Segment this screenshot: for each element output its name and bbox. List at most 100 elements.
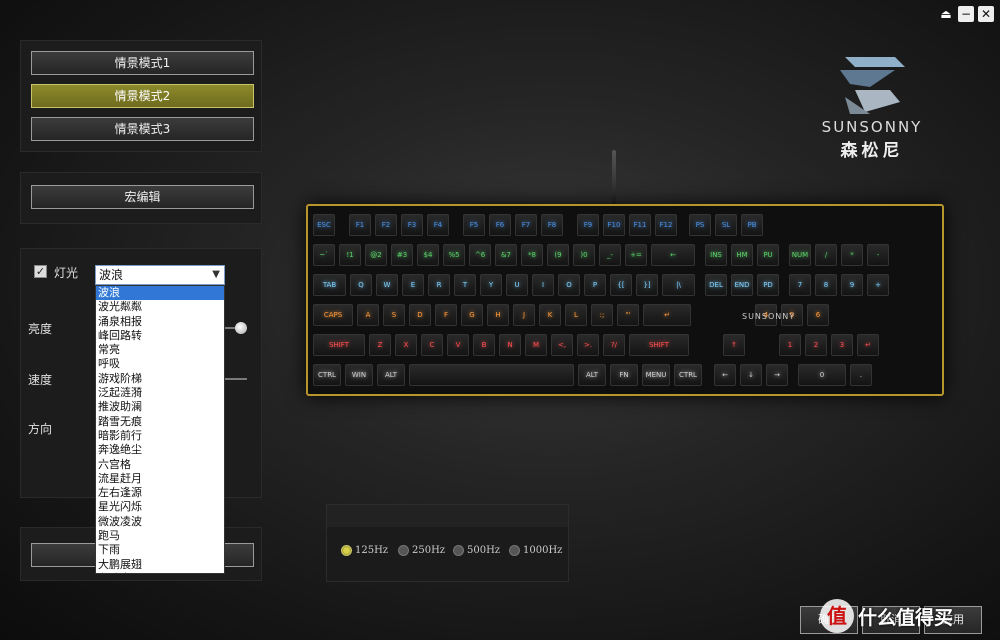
macro-edit-button[interactable]: 宏编辑 — [31, 185, 254, 209]
chevron-down-icon[interactable]: ▼ — [212, 266, 220, 284]
keyboard-key: F10 — [603, 214, 625, 236]
keyboard-key: J — [513, 304, 535, 326]
keyboard-key: @2 — [365, 244, 387, 266]
brightness-slider-knob[interactable] — [235, 322, 247, 334]
keyboard-key: _- — [599, 244, 621, 266]
keyboard-key: F — [435, 304, 457, 326]
effect-select[interactable]: 波浪 ▼ — [95, 265, 225, 285]
effect-option[interactable]: 推波助澜 — [96, 400, 224, 414]
polling-label-250: 250Hz — [412, 545, 446, 556]
keyboard-cable — [612, 150, 616, 206]
effect-option[interactable]: 峰回路转 — [96, 329, 224, 343]
keyboard-key: R — [428, 274, 450, 296]
effect-option[interactable]: 六宫格 — [96, 458, 224, 472]
watermark-icon: 值 — [820, 599, 854, 633]
keyboard-key: ALT — [377, 364, 405, 386]
keyboard-key: 8 — [815, 274, 837, 296]
keyboard-key: TAB — [313, 274, 346, 296]
keyboard-key: Q — [350, 274, 372, 296]
keyboard-key: K — [539, 304, 561, 326]
brand-chinese: 森松尼 — [840, 141, 904, 161]
polling-option-1000[interactable]: 1000Hz — [509, 545, 562, 556]
effect-option[interactable]: 踏雪无痕 — [96, 415, 224, 429]
effect-select-value: 波浪 — [99, 268, 124, 282]
keyboard-key: 9 — [841, 274, 863, 296]
effect-option[interactable]: 微波凌波 — [96, 515, 224, 529]
keyboard-key: |\ — [662, 274, 695, 296]
scene-mode-2-button[interactable]: 情景模式2 — [31, 84, 254, 108]
keyboard-key: ← — [651, 244, 695, 266]
effect-option[interactable]: 涌泉相报 — [96, 315, 224, 329]
keyboard-key: MENU — [642, 364, 670, 386]
keyboard-key: #3 — [391, 244, 413, 266]
minimize-button[interactable]: − — [958, 6, 974, 22]
keyboard-key: SHIFT — [629, 334, 689, 356]
polling-option-500[interactable]: 500Hz — [453, 545, 500, 556]
keyboard-key: P — [584, 274, 606, 296]
keyboard-key: "' — [617, 304, 639, 326]
keyboard-key: F7 — [515, 214, 537, 236]
polling-option-125[interactable]: 125Hz — [341, 545, 388, 556]
effect-option[interactable]: 奔逸绝尘 — [96, 443, 224, 457]
radio-125[interactable] — [341, 545, 352, 556]
effect-option[interactable]: 游戏阶梯 — [96, 372, 224, 386]
keyboard-key: C — [421, 334, 443, 356]
radio-250[interactable] — [398, 545, 409, 556]
keyboard-key: 3 — [831, 334, 853, 356]
scene-mode-1-button[interactable]: 情景模式1 — [31, 51, 254, 75]
keyboard-key: PS — [689, 214, 711, 236]
keyboard-key: ← — [714, 364, 736, 386]
scene-mode-3-button[interactable]: 情景模式3 — [31, 117, 254, 141]
effect-option[interactable]: 暗影前行 — [96, 429, 224, 443]
speed-slider-track[interactable] — [225, 378, 247, 380]
keyboard-key: )0 — [573, 244, 595, 266]
close-button[interactable]: ✕ — [978, 6, 994, 22]
keyboard-key: 2 — [805, 334, 827, 356]
keyboard-key: ↵ — [643, 304, 691, 326]
keyboard-key: >. — [577, 334, 599, 356]
lighting-label: 灯光 — [54, 266, 79, 280]
keyboard-key: L — [565, 304, 587, 326]
keyboard-key: Z — [369, 334, 391, 356]
effect-option[interactable]: 跑马 — [96, 529, 224, 543]
keyboard-key: M — [525, 334, 547, 356]
effect-dropdown-list[interactable]: 波浪 波光粼粼 涌泉相报 峰回路转 常亮 呼吸 游戏阶梯 泛起涟漪 推波助澜 踏雪无痕 暗影前行 奔逸… — [95, 285, 225, 574]
radio-500[interactable] — [453, 545, 464, 556]
keyboard-key: PU — [757, 244, 779, 266]
polling-rate-panel — [326, 504, 569, 582]
keyboard-key: ALT — [578, 364, 606, 386]
effect-option[interactable]: 流星赶月 — [96, 472, 224, 486]
effect-option[interactable]: 泛起涟漪 — [96, 386, 224, 400]
keyboard-key: ↓ — [740, 364, 762, 386]
effect-option[interactable]: 龙腾虎跃 — [96, 572, 224, 573]
keyboard-key: D — [409, 304, 431, 326]
effect-option[interactable]: 下雨 — [96, 543, 224, 557]
eject-icon[interactable]: ⏏ — [938, 6, 954, 22]
keyboard-key: <, — [551, 334, 573, 356]
keyboard-key: $4 — [417, 244, 439, 266]
keyboard-key: 7 — [789, 274, 811, 296]
keyboard-key: / — [815, 244, 837, 266]
polling-option-250[interactable]: 250Hz — [398, 545, 445, 556]
effect-option[interactable]: 大鹏展翅 — [96, 558, 224, 572]
effect-option[interactable]: 星光闪烁 — [96, 500, 224, 514]
keyboard-key: ^6 — [469, 244, 491, 266]
effect-option[interactable]: 呼吸 — [96, 357, 224, 371]
radio-1000[interactable] — [509, 545, 520, 556]
keyboard-brand-badge: SUNSONNY — [742, 312, 796, 321]
keyboard-key: A — [357, 304, 379, 326]
effect-option[interactable]: 左右逢源 — [96, 486, 224, 500]
keyboard-key: CTRL — [674, 364, 702, 386]
brand-english: SUNSONNY — [821, 118, 923, 136]
polling-label-1000: 1000Hz — [523, 545, 563, 556]
keyboard-key: ESC — [313, 214, 335, 236]
effect-option[interactable]: 常亮 — [96, 343, 224, 357]
lighting-checkbox[interactable]: ✓ — [34, 265, 47, 278]
effect-option[interactable]: 波光粼粼 — [96, 300, 224, 314]
effect-option[interactable]: 波浪 — [96, 286, 224, 301]
watermark: 值 什么值得买 — [820, 594, 998, 638]
keyboard-key: WIN — [345, 364, 373, 386]
polling-rate-header — [327, 505, 568, 527]
keyboard-key: PD — [757, 274, 779, 296]
keyboard-key: (9 — [547, 244, 569, 266]
